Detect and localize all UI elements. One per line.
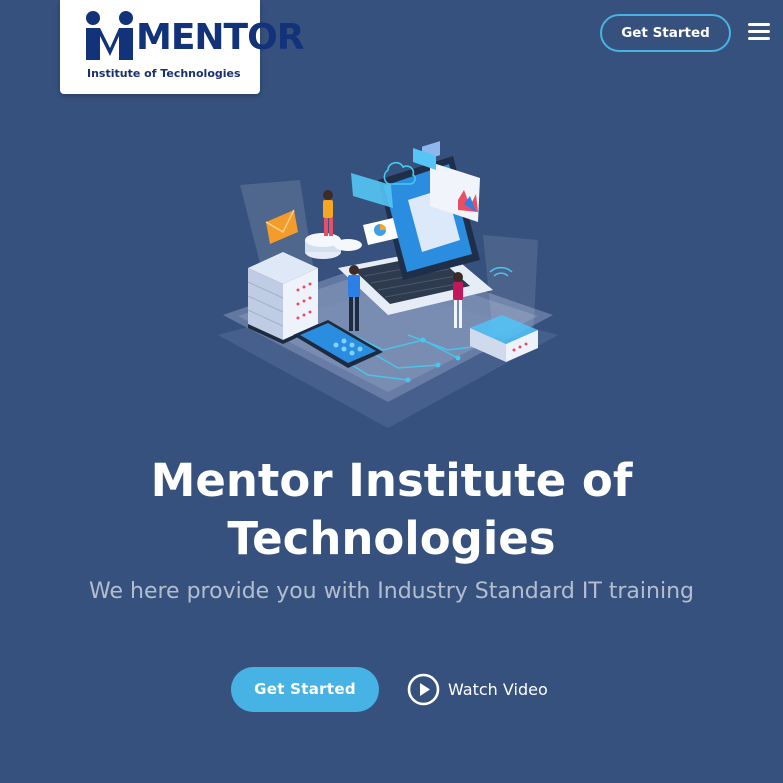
header-get-started-button[interactable]: Get Started: [600, 14, 731, 52]
hero-get-started-button[interactable]: Get Started: [231, 667, 379, 712]
hero-subtitle: We here provide you with Industry Standa…: [89, 579, 694, 604]
hero-title: Mentor Institute of Technologies: [0, 452, 783, 568]
logo[interactable]: MENTOR Institute of Technologies: [60, 0, 304, 94]
hero-title-line-1: Mentor Institute of: [150, 454, 633, 507]
play-circle-icon: [407, 673, 440, 705]
watch-video-label: Watch Video: [448, 679, 548, 699]
logo-people-icon: [86, 11, 133, 60]
hero-title-line-2: Technologies: [227, 512, 556, 565]
hamburger-menu-icon[interactable]: [748, 23, 770, 41]
hero-illustration: [218, 141, 558, 428]
logo-wordmark: MENTOR: [136, 17, 304, 58]
logo-tagline: Institute of Technologies: [87, 67, 241, 80]
watch-video-link[interactable]: Watch Video: [407, 671, 548, 707]
